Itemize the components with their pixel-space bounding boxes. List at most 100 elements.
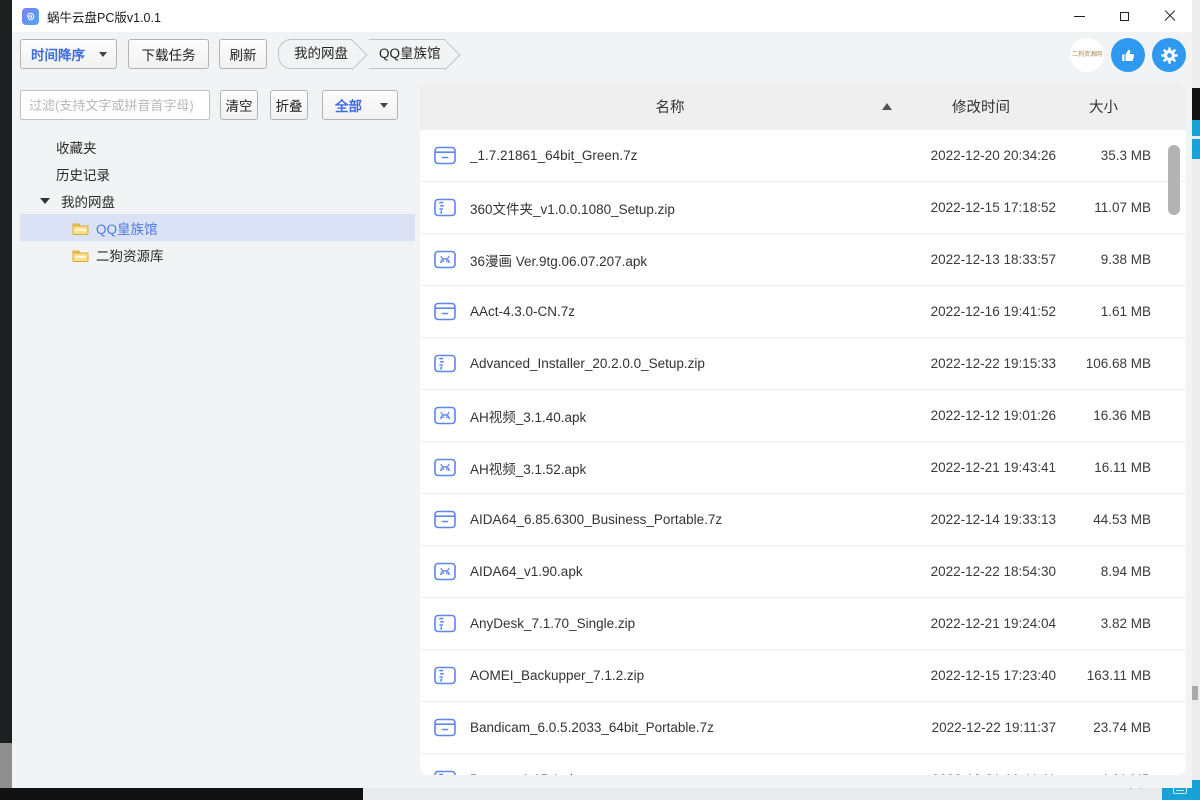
minimize-icon [1074, 16, 1085, 17]
maximize-button[interactable] [1102, 0, 1147, 32]
background-scrollbar-mark [1192, 686, 1198, 700]
file-modified-time: 2022-12-15 17:23:40 [906, 668, 1056, 683]
file-name: AH视频_3.1.52.apk [470, 458, 586, 478]
chevron-down-icon [380, 103, 388, 108]
app-window: 蜗牛云盘PC版v1.0.1 时间降序 下载任务 刷新 我的网盘 QQ皇族馆 二狗… [12, 0, 1192, 788]
file-name: Advanced_Installer_20.2.0.0_Setup.zip [470, 356, 705, 371]
site-logo-text: 二狗资源网 [1072, 52, 1102, 59]
collapse-tree-button[interactable]: 折叠 [270, 90, 308, 120]
sort-order-dropdown[interactable]: 时间降序 [20, 39, 117, 69]
file-name: Bypass_1.15.1.zip [470, 772, 580, 775]
file-name: AAct-4.3.0-CN.7z [470, 304, 575, 319]
file-name: 36漫画 Ver.9tg.06.07.207.apk [470, 250, 647, 270]
scrollbar-thumb[interactable] [1168, 145, 1180, 215]
file-size: 35.3 MB [1056, 148, 1151, 163]
chevron-down-icon [99, 52, 107, 57]
file-name: AIDA64_v1.90.apk [470, 564, 583, 579]
column-header-modified[interactable]: 修改时间 [906, 96, 1056, 117]
tree-item-ergou-folder[interactable]: 二狗资源库 [20, 241, 415, 268]
file-modified-time: 2022-12-20 20:34:26 [906, 148, 1056, 163]
toolbar: 时间降序 下载任务 刷新 我的网盘 QQ皇族馆 二狗资源网 [12, 32, 1192, 80]
settings-button[interactable] [1152, 38, 1186, 72]
file-modified-time: 2022-12-21 19:24:04 [906, 616, 1056, 631]
taskbar: ⌐¬ [0, 788, 1200, 800]
file-name: _1.7.21861_64bit_Green.7z [470, 148, 637, 163]
tree-item-history[interactable]: 历史记录 [20, 160, 415, 187]
table-header: 名称 修改时间 大小 [420, 82, 1186, 130]
tree-item-my-drive[interactable]: 我的网盘 [20, 187, 415, 214]
table-row[interactable]: AAct-4.3.0-CN.7z 2022-12-16 19:41:52 1.6… [420, 286, 1186, 338]
clear-filter-button[interactable]: 清空 [220, 90, 258, 120]
column-header-size[interactable]: 大小 [1056, 96, 1151, 117]
folder-icon [72, 221, 89, 235]
sidebar-filter-row: 清空 折叠 全部 [20, 90, 412, 120]
table-row[interactable]: AOMEI_Backupper_7.1.2.zip 2022-12-15 17:… [420, 650, 1186, 702]
archive-zip-file-icon [434, 614, 456, 633]
file-size: 1.61 MB [1056, 304, 1151, 319]
column-header-name[interactable]: 名称 [434, 96, 906, 117]
breadcrumb-my-drive[interactable]: 我的网盘 [278, 39, 352, 69]
tree-item-qq-folder[interactable]: QQ皇族馆 [20, 214, 415, 241]
close-icon [1164, 10, 1176, 22]
android-apk-file-icon [434, 250, 456, 269]
archive-zip-file-icon [434, 198, 456, 217]
file-size: 11.07 MB [1056, 200, 1151, 215]
file-size: 16.11 MB [1056, 460, 1151, 475]
table-row[interactable]: AIDA64_v1.90.apk 2022-12-22 18:54:30 8.9… [420, 546, 1186, 598]
file-modified-time: 2022-12-12 19:01:26 [906, 408, 1056, 423]
file-type-value: 全部 [335, 95, 362, 115]
refresh-button[interactable]: 刷新 [219, 39, 267, 69]
thumbs-up-icon [1119, 46, 1138, 65]
file-size: 8.94 MB [1056, 564, 1151, 579]
table-row[interactable]: AH视频_3.1.52.apk 2022-12-21 19:43:41 16.1… [420, 442, 1186, 494]
breadcrumb: 我的网盘 QQ皇族馆 [278, 39, 462, 69]
tree-item-favorites[interactable]: 收藏夹 [20, 133, 415, 160]
table-row[interactable]: Advanced_Installer_20.2.0.0_Setup.zip 20… [420, 338, 1186, 390]
minimize-button[interactable] [1057, 0, 1102, 32]
sort-ascending-icon[interactable] [882, 103, 892, 110]
file-modified-time: 2022-12-15 17:18:52 [906, 200, 1056, 215]
android-apk-file-icon [434, 458, 456, 477]
table-row[interactable]: Bandicam_6.0.5.2033_64bit_Portable.7z 20… [420, 702, 1186, 754]
file-panel: 名称 修改时间 大小 _1.7.21861_64bit_Green.7z 202… [420, 82, 1186, 775]
site-logo-badge[interactable]: 二狗资源网 [1070, 38, 1104, 72]
taskbar-dark-segment [0, 788, 363, 800]
sidebar-tree: 收藏夹 历史记录 我的网盘 QQ皇族馆 二狗资源库 [20, 133, 415, 268]
table-row[interactable]: AH视频_3.1.40.apk 2022-12-12 19:01:26 16.3… [420, 390, 1186, 442]
background-window-left-edge [0, 0, 12, 788]
background-window-left-edge-lower [0, 743, 12, 788]
titlebar: 蜗牛云盘PC版v1.0.1 [12, 0, 1192, 32]
file-list: _1.7.21861_64bit_Green.7z 2022-12-20 20:… [420, 130, 1186, 775]
expanded-triangle-icon[interactable] [40, 198, 50, 204]
file-size: 4.01 MB [1056, 772, 1151, 775]
sort-order-value: 时间降序 [31, 44, 85, 64]
download-tasks-button[interactable]: 下载任务 [128, 39, 209, 69]
archive-zip-file-icon [434, 666, 456, 685]
file-name: 360文件夹_v1.0.0.1080_Setup.zip [470, 198, 675, 218]
table-row[interactable]: AIDA64_6.85.6300_Business_Portable.7z 20… [420, 494, 1186, 546]
file-modified-time: 2022-12-21 19:41:11 [906, 772, 1056, 775]
filter-input[interactable] [20, 90, 210, 120]
table-row[interactable]: Bypass_1.15.1.zip 2022-12-21 19:41:11 4.… [420, 754, 1186, 775]
app-logo-snail-icon [22, 8, 39, 25]
android-apk-file-icon [434, 406, 456, 425]
thumbs-up-button[interactable] [1111, 38, 1145, 72]
file-modified-time: 2022-12-14 19:33:13 [906, 512, 1056, 527]
file-size: 106.68 MB [1056, 356, 1151, 371]
file-type-dropdown[interactable]: 全部 [322, 90, 398, 120]
file-name: AIDA64_6.85.6300_Business_Portable.7z [470, 512, 722, 527]
file-size: 9.38 MB [1056, 252, 1151, 267]
file-name: AOMEI_Backupper_7.1.2.zip [470, 668, 644, 683]
file-size: 44.53 MB [1056, 512, 1151, 527]
close-button[interactable] [1147, 0, 1192, 32]
file-size: 23.74 MB [1056, 720, 1151, 735]
table-row[interactable]: 36漫画 Ver.9tg.06.07.207.apk 2022-12-13 18… [420, 234, 1186, 286]
file-name: AnyDesk_7.1.70_Single.zip [470, 616, 635, 631]
maximize-icon [1120, 12, 1129, 21]
file-modified-time: 2022-12-22 19:15:33 [906, 356, 1056, 371]
file-size: 16.36 MB [1056, 408, 1151, 423]
table-row[interactable]: AnyDesk_7.1.70_Single.zip 2022-12-21 19:… [420, 598, 1186, 650]
table-row[interactable]: 360文件夹_v1.0.0.1080_Setup.zip 2022-12-15 … [420, 182, 1186, 234]
table-row[interactable]: _1.7.21861_64bit_Green.7z 2022-12-20 20:… [420, 130, 1186, 182]
breadcrumb-current-folder[interactable]: QQ皇族馆 [369, 39, 445, 69]
